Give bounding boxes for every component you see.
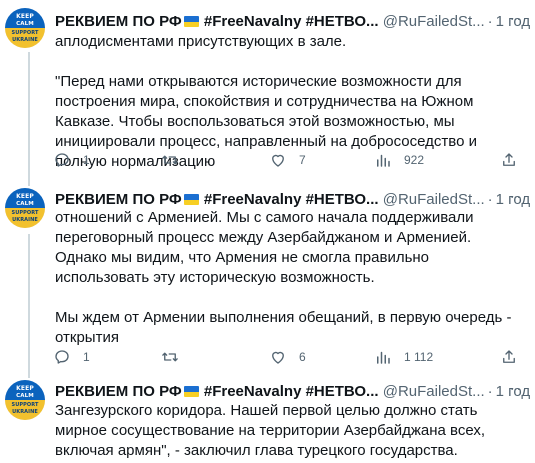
share-icon xyxy=(503,153,515,166)
like-icon xyxy=(272,351,284,364)
tweet-thread: KEEP CALM SUPPORT UKRAINE РЕКВИЕМ ПО РФ … xyxy=(0,0,535,463)
avatar-text: CALM xyxy=(16,201,34,207)
separator: · xyxy=(487,13,493,30)
display-name-suffix[interactable]: #FreeNavalny #НЕТВО... xyxy=(204,191,379,208)
avatar-text: KEEP xyxy=(16,385,34,392)
ukraine-flag-icon xyxy=(183,16,199,27)
more-icon[interactable]: ··· xyxy=(505,382,525,402)
share-button[interactable] xyxy=(500,148,518,172)
retweet-button[interactable] xyxy=(161,148,191,172)
views-count: 922 xyxy=(404,153,425,167)
avatar-text: UKRAINE xyxy=(12,37,38,43)
like-count: 7 xyxy=(299,153,306,167)
tweet[interactable]: KEEP CALM SUPPORT UKRAINE РЕКВИЕМ ПО РФ … xyxy=(0,0,535,182)
avatar-text: SUPPORT xyxy=(11,402,39,408)
like-count: 6 xyxy=(299,350,306,364)
tweet-actions: 1 6 1 112 xyxy=(48,345,528,369)
reply-icon xyxy=(55,153,69,167)
thread-line xyxy=(28,234,30,374)
reply-count: 1 xyxy=(83,153,90,167)
reply-button[interactable]: 1 xyxy=(53,345,90,369)
ukraine-flag-icon xyxy=(183,386,199,397)
retweet-icon xyxy=(162,352,178,362)
like-button[interactable]: 7 xyxy=(269,148,306,172)
ukraine-flag-icon xyxy=(183,194,199,205)
tweet[interactable]: KEEP CALM SUPPORT UKRAINE РЕКВИЕМ ПО РФ … xyxy=(0,374,535,463)
tweet-header: РЕКВИЕМ ПО РФ #FreeNavalny #НЕТВО... @Ru… xyxy=(55,190,535,210)
tweet-header: РЕКВИЕМ ПО РФ #FreeNavalny #НЕТВО... @Ru… xyxy=(55,382,535,402)
user-handle[interactable]: @RuFailedSt... xyxy=(383,191,485,208)
avatar[interactable]: KEEP CALM SUPPORT UKRAINE xyxy=(5,8,45,48)
views-button[interactable]: 922 xyxy=(374,148,424,172)
thread-line xyxy=(28,52,30,182)
avatar-text: UKRAINE xyxy=(12,217,38,223)
more-icon[interactable]: ··· xyxy=(505,12,525,32)
avatar-text: CALM xyxy=(16,393,34,399)
tweet-text: отношений с Арменией. Мы с самого начала… xyxy=(55,209,512,346)
user-handle[interactable]: @RuFailedSt... xyxy=(383,13,485,30)
avatar-text: KEEP xyxy=(16,193,34,200)
like-icon xyxy=(272,154,284,167)
views-count: 1 112 xyxy=(404,350,434,364)
views-button[interactable]: 1 112 xyxy=(374,345,433,369)
avatar-text: KEEP xyxy=(16,13,34,20)
avatar-text: CALM xyxy=(16,21,34,27)
views-icon xyxy=(377,154,390,167)
user-handle[interactable]: @RuFailedSt... xyxy=(383,383,485,400)
thread-line xyxy=(28,182,30,186)
more-icon[interactable]: ··· xyxy=(505,190,525,210)
avatar[interactable]: KEEP CALM SUPPORT UKRAINE xyxy=(5,380,45,420)
reply-count: 1 xyxy=(83,350,90,364)
avatar-text: UKRAINE xyxy=(12,409,38,415)
retweet-icon xyxy=(162,155,178,165)
retweet-button[interactable] xyxy=(161,345,191,369)
display-name[interactable]: РЕКВИЕМ ПО РФ xyxy=(55,383,182,400)
tweet-header: РЕКВИЕМ ПО РФ #FreeNavalny #НЕТВО... @Ru… xyxy=(55,12,535,32)
separator: · xyxy=(487,383,493,400)
share-icon xyxy=(503,350,515,363)
thread-line xyxy=(28,374,30,378)
display-name-suffix[interactable]: #FreeNavalny #НЕТВО... xyxy=(204,13,379,30)
display-name-suffix[interactable]: #FreeNavalny #НЕТВО... xyxy=(204,383,379,400)
tweet-actions: 1 7 922 xyxy=(48,148,528,172)
avatar-text: SUPPORT xyxy=(11,30,39,36)
tweet-text: Зангезурского коридора. Нашей первой цел… xyxy=(55,402,490,459)
share-button[interactable] xyxy=(500,345,518,369)
like-button[interactable]: 6 xyxy=(269,345,306,369)
reply-button[interactable]: 1 xyxy=(53,148,90,172)
tweet[interactable]: KEEP CALM SUPPORT UKRAINE РЕКВИЕМ ПО РФ … xyxy=(0,182,535,374)
reply-icon xyxy=(55,350,69,364)
avatar-text: SUPPORT xyxy=(11,210,39,216)
avatar[interactable]: KEEP CALM SUPPORT UKRAINE xyxy=(5,188,45,228)
separator: · xyxy=(487,191,493,208)
display-name[interactable]: РЕКВИЕМ ПО РФ xyxy=(55,13,182,30)
display-name[interactable]: РЕКВИЕМ ПО РФ xyxy=(55,191,182,208)
views-icon xyxy=(377,351,390,364)
